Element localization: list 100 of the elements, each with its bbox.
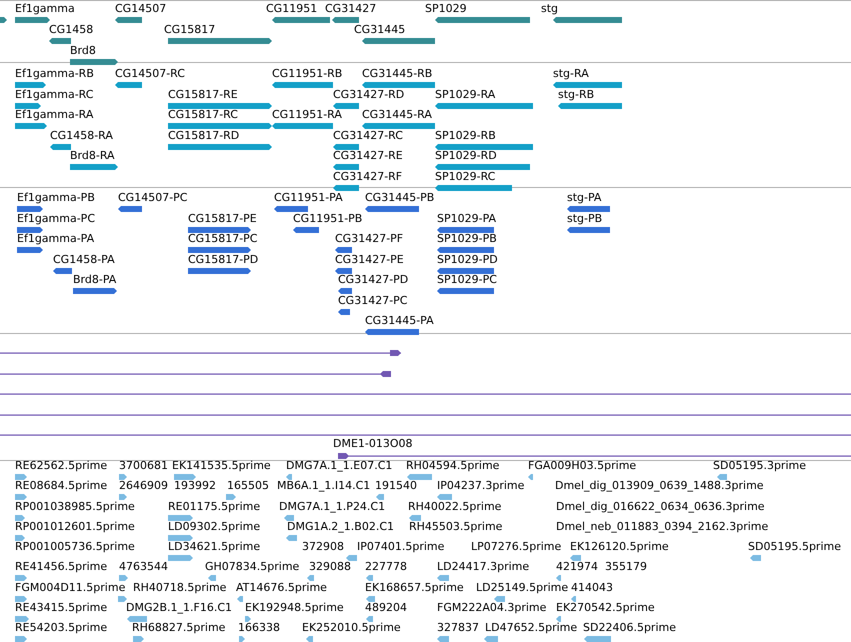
feature-label: SD05195.5prime <box>748 540 841 554</box>
feature-label: RP001012601.5prime <box>15 520 135 534</box>
feature-label: Ef1gamma <box>15 2 75 16</box>
feature-label: CG14507-RC <box>115 67 185 81</box>
feature-label: Brd8-PA <box>73 273 116 287</box>
feature-label: DMG2B.1_1.F16.C1 <box>126 600 232 615</box>
feature-label: CG11951-PB <box>293 212 362 226</box>
feature-label: SD05195.3prime <box>713 459 806 473</box>
feature-label: RH04594.5prime <box>406 459 500 473</box>
feature-label: CG15817 <box>164 23 216 37</box>
feature-label: Ef1gamma-PA <box>17 232 94 246</box>
feature-label: Ef1gamma-PB <box>17 191 95 205</box>
feature-label: CG14507-PC <box>118 191 188 205</box>
feature-label: stg-RB <box>558 88 594 102</box>
feature-label: GH07834.5prime <box>205 560 300 574</box>
feature-label: 355179 <box>605 560 647 574</box>
feature-label: CG15817-PC <box>188 232 258 246</box>
feature-label: SD22406.5prime <box>583 621 676 635</box>
feature-label: CG11951-RB <box>272 67 342 81</box>
feature-label: SP1029-RD <box>435 149 497 163</box>
feature-label: CG31427-PD <box>338 273 408 287</box>
feature-label: CG31427-PE <box>335 252 404 266</box>
feature-label: CG31445-PB <box>365 191 434 205</box>
feature-label: CG31445-RA <box>362 108 432 122</box>
feature-label: Ef1gamma-RB <box>15 67 94 81</box>
feature-label: RP001005736.5prime <box>15 540 135 554</box>
feature-label: CG31445 <box>354 23 406 37</box>
feature-label: DMG1A.2_1.B02.C1 <box>287 520 394 534</box>
feature-label: CG15817-RE <box>168 88 238 102</box>
feature-label: 421974 <box>556 560 598 574</box>
feature-label: 227778 <box>365 560 407 574</box>
feature-label: CG31445-RB <box>362 67 432 81</box>
feature-label: CG11951-RA <box>272 108 342 122</box>
feature-label: CG1458 <box>49 23 94 37</box>
feature-label: CG31427-PC <box>338 294 408 308</box>
feature-label: RE62562.5prime <box>15 459 108 473</box>
feature-label: LP07276.5prime <box>471 540 562 554</box>
feature-label: RE41456.5prime <box>15 560 108 574</box>
feature-label: LD34621.5prime <box>168 540 260 554</box>
feature-label: stg-PA <box>567 191 602 205</box>
feature-label: 327837 <box>437 621 479 635</box>
feature-label: RP001038985.5prime <box>15 500 135 514</box>
feature-label: 193992 <box>174 479 216 494</box>
feature-label: EK168657.5prime <box>365 580 464 594</box>
feature-label: CG31427-RF <box>333 170 402 184</box>
feature-label: LD24417.3prime <box>437 560 530 574</box>
feature-label: Ef1gamma-PC <box>17 212 95 226</box>
feature-label: CG1458-RA <box>50 128 113 142</box>
feature-label: Brd8-RA <box>70 149 115 163</box>
feature-label: SP1029-PB <box>437 232 497 246</box>
feature-label: Brd8 <box>70 44 96 58</box>
feature-label: EK252010.5prime <box>302 621 401 635</box>
feature-label: RE43415.5prime <box>15 600 108 615</box>
feature-label: LD25149.5prime <box>476 580 568 594</box>
feature-label: CG31427-RC <box>333 128 403 142</box>
feature-label: SP1029-PD <box>437 252 498 266</box>
feature-label: RE08684.5prime <box>15 479 108 494</box>
feature-label: 372908 <box>302 540 344 554</box>
feature-label: FGA009H03.5prime <box>528 459 636 473</box>
feature-label: EK270542.5prime <box>556 600 655 615</box>
feature-label: 166338 <box>238 621 280 635</box>
feature-label: SP1029-RB <box>435 128 496 142</box>
feature-label: FGM222A04.3prime <box>437 600 546 615</box>
feature-label: 4763544 <box>119 560 168 574</box>
feature-label: DMG7A.1_1.P24.C1 <box>279 500 386 514</box>
feature-label: RH68827.5prime <box>132 621 226 635</box>
feature-label: 191540 <box>375 479 417 494</box>
feature-label: CG31427-RE <box>333 149 403 163</box>
feature-label: DMG7A.1_1.E07.C1 <box>286 459 392 473</box>
feature-label: SP1029-RA <box>435 88 496 102</box>
feature-label: SP1029-PA <box>437 212 496 226</box>
feature-label: IP04237.3prime <box>437 479 524 494</box>
feature-label: IP07401.5prime <box>357 540 444 554</box>
feature-label: FGM004D11.5prime <box>15 580 126 594</box>
feature-label: CG31427-RD <box>333 88 404 102</box>
feature-label: Dmel_neb_011883_0394_2162.3prime <box>556 520 768 534</box>
feature-label: CG15817-PD <box>188 252 258 266</box>
feature-label: CG15817-RC <box>168 108 238 122</box>
feature-label: RH40022.5prime <box>408 500 502 514</box>
feature-label: EK192948.5prime <box>245 600 344 615</box>
feature-label: stg-RA <box>553 67 589 81</box>
feature-label: RE54203.5prime <box>15 621 108 635</box>
feature-label: stg <box>541 2 558 16</box>
feature-label: CG14507 <box>115 2 166 16</box>
feature-label: CG31427-PF <box>335 232 404 246</box>
feature-label: SP1029 <box>425 2 467 16</box>
feature-label: MB6A.1_1.I14.C1 <box>277 479 370 494</box>
feature-label: Dmel_dig_013909_0639_1488.3prime <box>555 479 764 494</box>
feature-label: CG1458-PA <box>53 252 115 266</box>
feature-label: SP1029-PC <box>437 273 497 287</box>
feature-label: CG11951 <box>266 2 318 16</box>
feature-label: SP1029-RC <box>435 170 496 184</box>
feature-label: CG31445-PA <box>365 314 434 328</box>
feature-label: 489204 <box>365 600 407 615</box>
feature-label: Ef1gamma-RA <box>15 108 94 122</box>
feature-label: 3700681 <box>119 459 168 473</box>
feature-label: 329088 <box>309 560 351 574</box>
feature-label: CG15817-PE <box>188 212 257 226</box>
feature-label: CG31427 <box>325 2 376 16</box>
feature-label: EK141535.5prime <box>172 459 271 473</box>
